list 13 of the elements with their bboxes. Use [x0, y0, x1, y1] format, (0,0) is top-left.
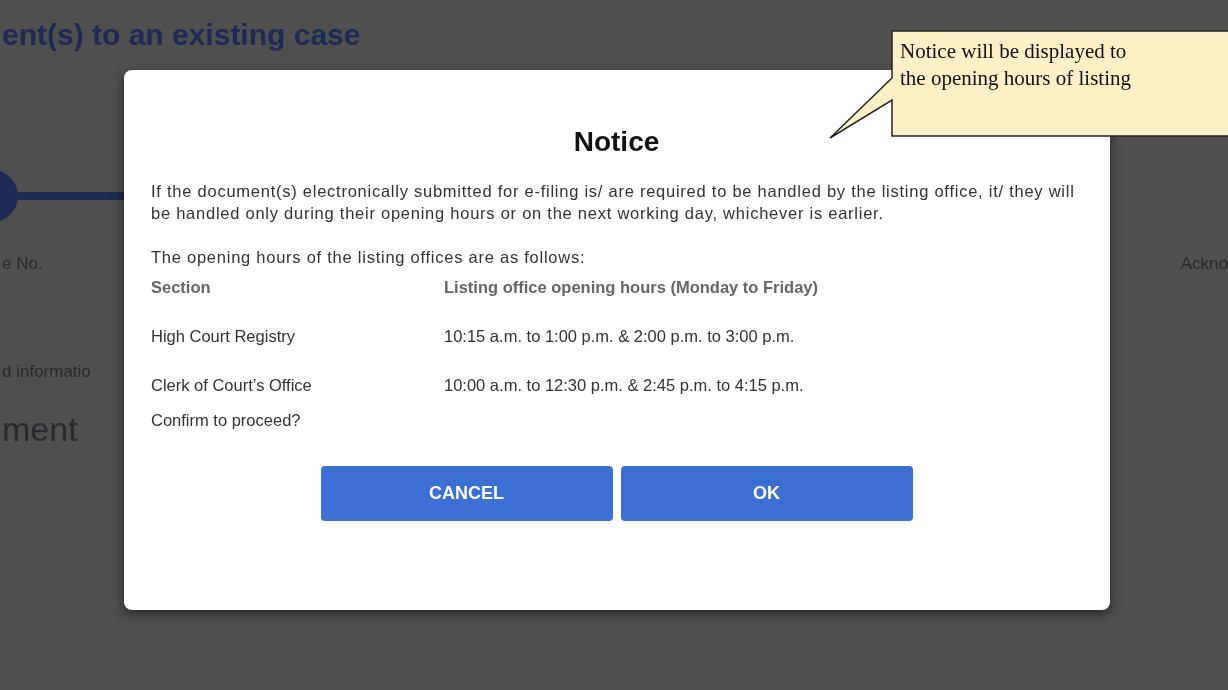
dialog-title: Notice	[572, 126, 661, 158]
callout-text: Notice will be displayed to the opening hours of listing	[900, 38, 1131, 92]
table-cell-text: 10:00 a.m. to 12:30 p.m. & 2:45 p.m. to 4:15 p.m.	[444, 376, 805, 395]
table-cell-text: High Court Registry	[151, 327, 296, 346]
ok-button[interactable]: OK	[620, 466, 913, 521]
cancel-button[interactable]: CANCEL	[320, 466, 613, 521]
notice-paragraph: The opening hours of the listing offices are as follows:	[151, 247, 587, 268]
table-cell-text: 10:15 a.m. to 1:00 p.m. & 2:00 p.m. to 3:00 p.m.	[444, 327, 796, 346]
column-header: Section	[151, 278, 212, 297]
column-header: Listing office opening hours (Monday to Friday)	[444, 278, 819, 297]
notice-paragraph: If the document(s) electronically submitted for e-filing is/ are required to be handled by the listing office, it/ they will be handled only during their opening hours or on the next working day, whichever is earlier.	[151, 181, 1076, 224]
table-cell-text: Clerk of Court’s Office	[151, 376, 313, 395]
confirm-prompt: Confirm to proceed?	[151, 411, 302, 430]
